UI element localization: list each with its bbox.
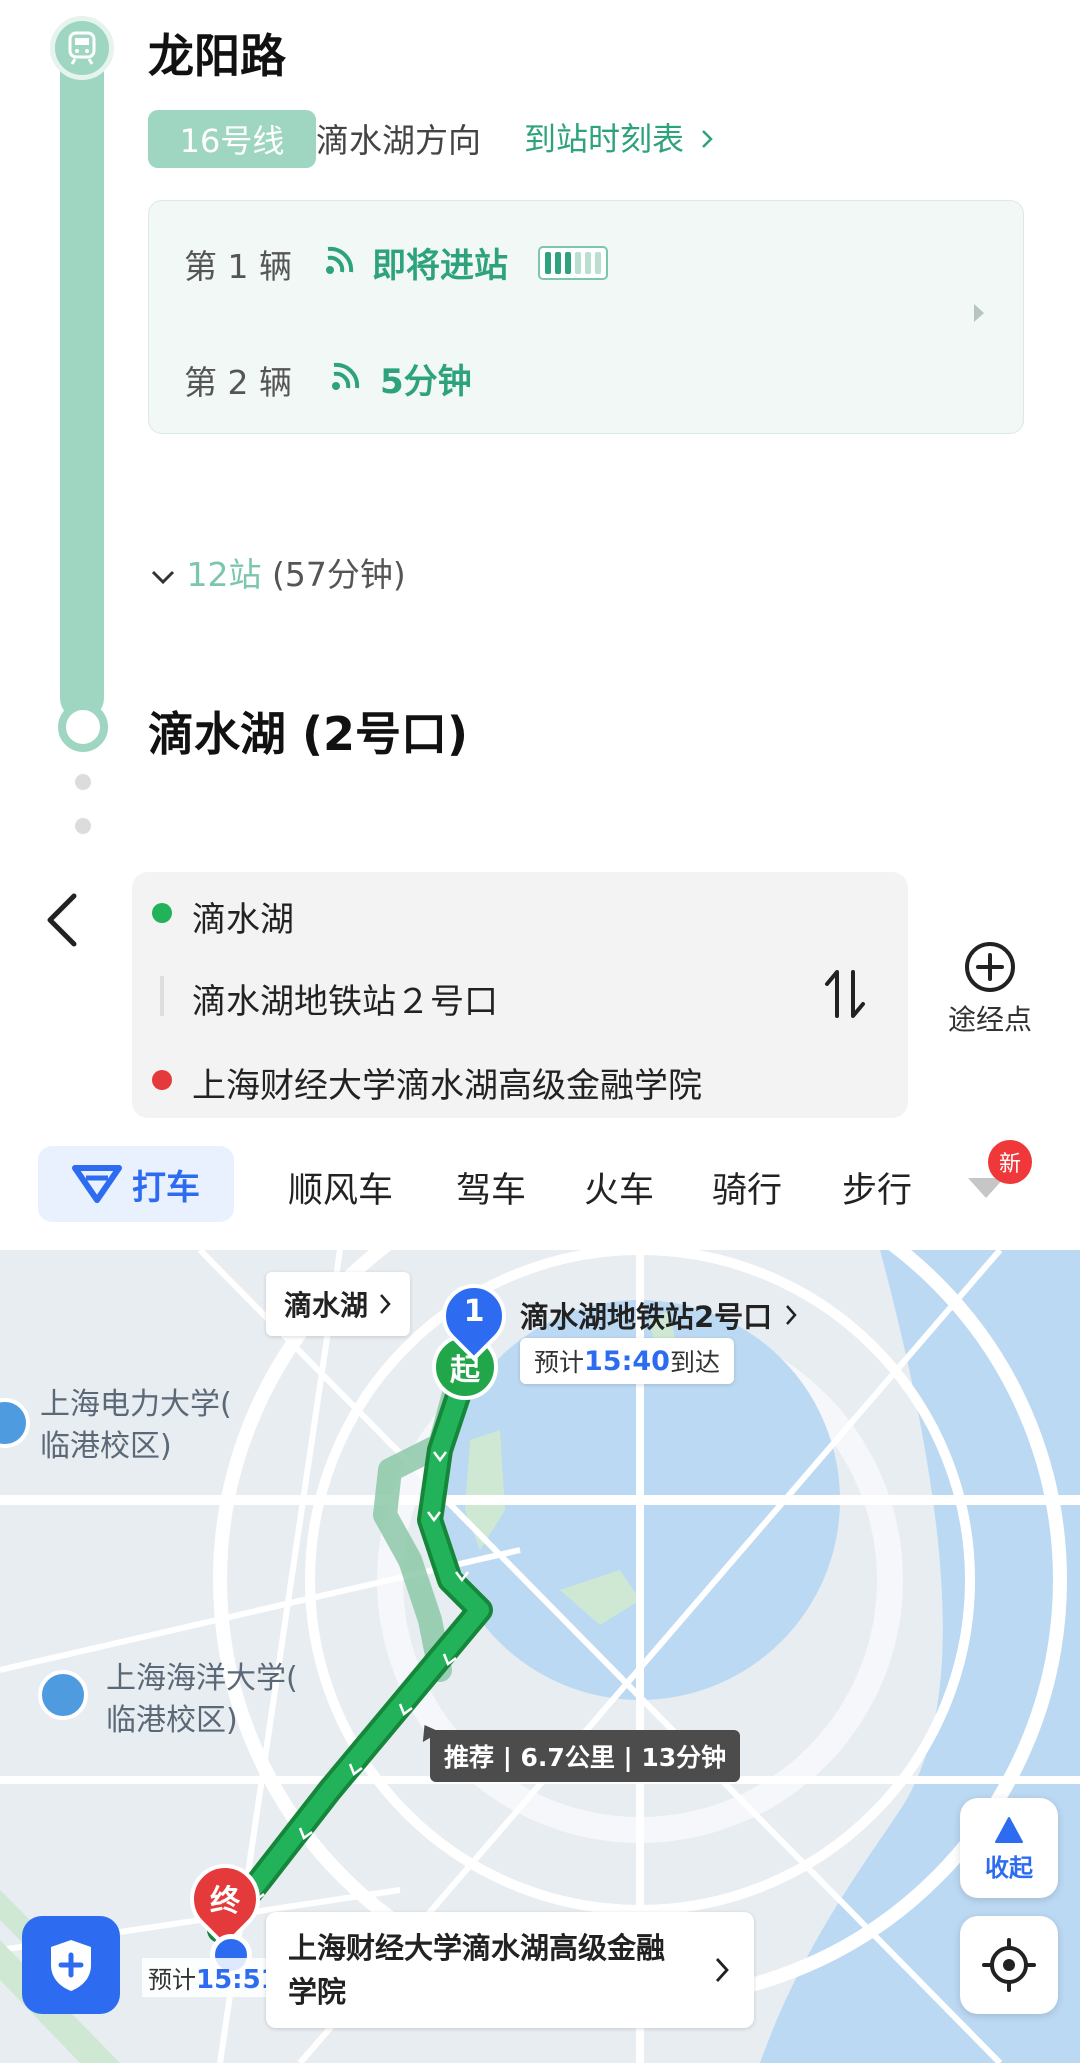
crowding-indicator-icon — [538, 246, 608, 280]
shield-icon — [51, 1940, 91, 1991]
direction-text: 滴水湖方向 — [316, 121, 481, 160]
plus-circle-icon — [965, 942, 1015, 992]
chevron-right-icon — [715, 1958, 729, 1982]
stops-expand-toggle[interactable]: 12站 (57分钟) — [150, 548, 406, 596]
safety-button[interactable] — [22, 1916, 120, 2014]
collapse-button[interactable]: 收起 — [960, 1798, 1058, 1898]
destination-name-line: 学院 — [288, 1975, 347, 2009]
locate-icon — [982, 1938, 1036, 1992]
crowding-bar — [565, 252, 571, 274]
tab-drive[interactable]: 驾车 — [456, 1162, 526, 1213]
tab-walk[interactable]: 步行 — [842, 1162, 912, 1213]
origin-map-tag-label: 滴水湖 — [284, 1289, 369, 1322]
end-station-name: 滴水湖 (2号口) — [148, 707, 469, 761]
route-summary-tip[interactable]: 推荐 | 6.7公里 | 13分钟 — [430, 1730, 741, 1782]
destination-dot-icon — [152, 1070, 172, 1090]
origin-map-tag[interactable]: 滴水湖 — [266, 1272, 411, 1336]
via-input[interactable]: 滴水湖地铁站２号口 — [192, 974, 498, 1023]
back-button[interactable] — [36, 890, 96, 950]
eta-prefix: 预计 — [148, 1966, 196, 1994]
destination-input[interactable]: 上海财经大学滴水湖高级金融学院 — [192, 1058, 702, 1107]
chevron-right-icon — [700, 120, 714, 158]
destination-eta: 预计15:51 — [142, 1958, 285, 1997]
taxi-logo-icon — [72, 1165, 122, 1203]
metro-train-icon — [50, 16, 114, 80]
origin-input[interactable]: 滴水湖 — [192, 892, 294, 941]
locate-button[interactable] — [960, 1916, 1058, 2014]
waypoint-number: 1 — [463, 1294, 485, 1329]
crowding-bar — [575, 252, 581, 274]
walk-dot — [75, 774, 91, 790]
vehicle-1-label: 第 1 辆 — [184, 247, 292, 286]
waypoint-eta: 预计 15:40 到达 — [520, 1338, 734, 1384]
add-via-button[interactable]: 途经点 — [940, 940, 1040, 1040]
poi-name-line: 上海海洋大学( — [106, 1661, 298, 1696]
metro-line-track — [60, 30, 104, 720]
destination-name-line: 上海财经大学滴水湖高级金融 — [288, 1931, 666, 1965]
vehicle-1-status: 即将进站 — [372, 246, 508, 286]
vehicle-2-status: 5分钟 — [380, 362, 472, 402]
add-via-label: 途经点 — [947, 1003, 1032, 1036]
eta-suffix: 到达 — [669, 1348, 720, 1377]
waypoint-name: 滴水湖地铁站2号口 — [520, 1300, 773, 1334]
crowding-bar — [545, 252, 551, 274]
timetable-link-label: 到站时刻表 — [524, 120, 685, 158]
crowding-bar — [555, 252, 561, 274]
line-badge[interactable]: 16号线 — [148, 110, 316, 168]
stops-time: (57分钟) — [272, 555, 406, 594]
metro-segment-panel: 龙阳路 16号线 滴水湖方向 到站时刻表 第 1 辆 即将进站 第 2 辆 5分… — [0, 0, 1080, 860]
destination-card[interactable]: 上海财经大学滴水湖高级金融 学院 — [266, 1912, 754, 2028]
via-divider — [160, 976, 164, 1016]
start-station-name: 龙阳路 — [148, 29, 286, 83]
chevron-right-icon — [380, 1294, 391, 1314]
vehicle-2-label: 第 2 辆 — [184, 363, 292, 402]
crowding-bar — [595, 252, 601, 274]
poi-name-line: 上海电力大学( — [40, 1387, 232, 1422]
end-station-node — [58, 702, 108, 752]
end-marker: 终 — [210, 1884, 240, 1919]
origin-dot-icon — [152, 903, 172, 923]
tab-train[interactable]: 火车 — [584, 1162, 654, 1213]
map-view[interactable]: 上海电力大学( 临港校区) 上海海洋大学( 临港校区) 滴水湖 起 1 滴水湖地… — [0, 1250, 1080, 2063]
swap-icon — [825, 970, 865, 1018]
eta-prefix: 预计 — [534, 1348, 585, 1377]
realtime-signal-icon — [324, 246, 358, 276]
tab-taxi[interactable]: 打车 — [38, 1146, 234, 1222]
crowding-bar — [585, 252, 591, 274]
chevron-right-icon — [972, 302, 986, 328]
new-badge: 新 — [988, 1140, 1032, 1184]
triangle-up-icon — [995, 1817, 1023, 1843]
realtime-signal-icon — [330, 362, 364, 392]
poi-name-line: 临港校区) — [40, 1429, 172, 1464]
poi-label[interactable]: 上海电力大学( 临港校区) — [40, 1384, 232, 1468]
tab-hitch[interactable]: 顺风车 — [288, 1162, 393, 1213]
collapse-label: 收起 — [985, 1854, 1033, 1882]
stops-count: 12站 — [186, 555, 262, 594]
eta-time: 15:40 — [584, 1345, 670, 1377]
walk-dot — [75, 818, 91, 834]
chevron-right-icon — [786, 1305, 797, 1325]
waypoint-name-link[interactable]: 滴水湖地铁站2号口 — [520, 1294, 798, 1336]
chevron-down-icon — [150, 555, 187, 594]
school-icon[interactable] — [38, 1670, 88, 1720]
timetable-link[interactable]: 到站时刻表 — [524, 114, 714, 160]
tab-taxi-label: 打车 — [132, 1167, 200, 1208]
swap-route-button[interactable] — [820, 966, 870, 1022]
poi-name-line: 临港校区) — [106, 1703, 238, 1738]
poi-label[interactable]: 上海海洋大学( 临港校区) — [106, 1658, 298, 1742]
tab-bike[interactable]: 骑行 — [712, 1162, 782, 1213]
